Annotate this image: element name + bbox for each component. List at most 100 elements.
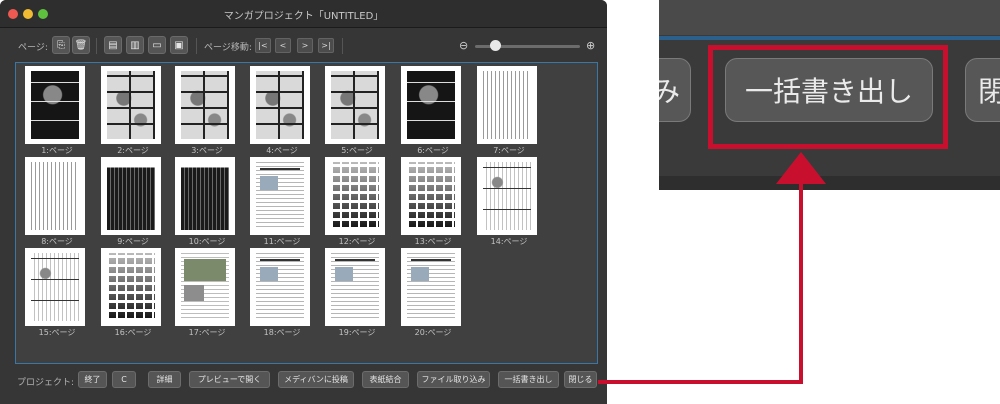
open-folder-button[interactable]: ▭ — [148, 36, 166, 54]
page-preview-image — [107, 253, 155, 321]
page-thumbnail[interactable]: 11:ページ — [250, 157, 314, 246]
page-thumbnail[interactable]: 7:ページ — [477, 66, 541, 155]
page-settings-icon: ▤ — [108, 39, 118, 51]
stage: マンガプロジェクト「UNTITLED」 ページ: ⎘ 🗑 ▤ ▥ ▭ ▣ ページ… — [0, 0, 1000, 404]
page-move-label: ページ移動: — [204, 43, 252, 53]
page-thumbnail[interactable]: 5:ページ — [325, 66, 389, 155]
page-label: 19:ページ — [338, 328, 376, 337]
page-settings-button[interactable]: ▤ — [104, 36, 122, 54]
page-preview — [101, 157, 161, 235]
import-file-button[interactable]: ファイル取り込み — [417, 371, 490, 388]
page-thumbnail[interactable]: 17:ページ — [175, 248, 239, 337]
page-preview-image — [407, 253, 455, 321]
callout-window-area — [659, 0, 1000, 35]
page-thumbnail[interactable]: 6:ページ — [401, 66, 465, 155]
zoom-in-icon[interactable]: ⊕ — [586, 39, 595, 52]
page-label: 14:ページ — [490, 237, 528, 246]
page-preview — [325, 66, 385, 144]
page-thumbnail[interactable]: 20:ページ — [401, 248, 465, 337]
page-preview-image — [407, 162, 455, 230]
callout-window-bottom — [659, 176, 1000, 190]
page-preview-image — [331, 71, 379, 139]
first-page-button[interactable]: |< — [255, 38, 271, 53]
page-thumbnail[interactable]: 16:ページ — [101, 248, 165, 337]
page-thumbnail[interactable]: 15:ページ — [25, 248, 89, 337]
page-preview — [325, 248, 385, 326]
page-preview-image — [331, 162, 379, 230]
page-preview — [250, 66, 310, 144]
page-preview — [25, 248, 85, 326]
page-label: 18:ページ — [263, 328, 301, 337]
page-preview-image — [107, 71, 155, 139]
last-page-button[interactable]: >| — [318, 38, 334, 53]
page-label: 9:ページ — [117, 237, 149, 246]
new-page-icon: ⎘ — [57, 39, 65, 51]
batch-export-button[interactable]: 一括書き出し — [498, 371, 559, 388]
window-title: マンガプロジェクト「UNTITLED」 — [223, 11, 384, 22]
page-preview — [175, 66, 235, 144]
page-thumbnail[interactable]: 1:ページ — [25, 66, 89, 155]
page-label: 3:ページ — [191, 146, 223, 155]
refresh-button[interactable]: C — [112, 371, 136, 388]
spread-button[interactable]: ▥ — [126, 36, 144, 54]
trash-icon: 🗑 — [74, 39, 88, 51]
page-thumbnail[interactable]: 19:ページ — [325, 248, 389, 337]
page-preview — [477, 157, 537, 235]
spread-icon: ▥ — [130, 39, 140, 51]
page-label: 1:ページ — [41, 146, 73, 155]
zoom-slider-knob[interactable] — [490, 40, 501, 51]
page-thumbnail[interactable]: 2:ページ — [101, 66, 165, 155]
post-to-medibang-button[interactable]: メディバンに投稿 — [278, 371, 354, 388]
page-label: 6:ページ — [417, 146, 449, 155]
page-label: 5:ページ — [341, 146, 373, 155]
new-page-button[interactable]: ⎘ — [52, 36, 70, 54]
quit-button[interactable]: 終了 — [78, 371, 107, 388]
page-preview — [175, 157, 235, 235]
page-thumbnail[interactable]: 12:ページ — [325, 157, 389, 246]
page-label: 20:ページ — [414, 328, 452, 337]
page-label: 13:ページ — [414, 237, 452, 246]
page-preview — [101, 66, 161, 144]
page-preview-image — [31, 162, 79, 230]
page-label: ページ: — [18, 43, 48, 53]
page-label: 8:ページ — [41, 237, 73, 246]
page-preview — [401, 248, 461, 326]
page-preview-image — [407, 71, 455, 139]
page-thumbnail-grid: 1:ページ 2:ページ 3:ページ 4:ページ 5:ページ 6:ページ 7:ページ 8:ページ… — [15, 62, 598, 364]
page-thumbnail[interactable]: 10:ページ — [175, 157, 239, 246]
page-preview — [175, 248, 235, 326]
connector-line — [598, 178, 803, 384]
page-label: 17:ページ — [188, 328, 226, 337]
toolbar-divider — [96, 38, 97, 54]
details-button[interactable]: 詳細 — [148, 371, 181, 388]
page-preview-image — [31, 71, 79, 139]
page-thumbnail[interactable]: 8:ページ — [25, 157, 89, 246]
page-label: 10:ページ — [188, 237, 226, 246]
page-preview — [401, 157, 461, 235]
page-thumbnail[interactable]: 4:ページ — [250, 66, 314, 155]
callout-grid-border — [659, 36, 1000, 40]
page-thumbnail[interactable]: 14:ページ — [477, 157, 541, 246]
close-button[interactable]: 閉じる — [564, 371, 597, 388]
zoom-out-icon[interactable]: ⊖ — [459, 39, 468, 52]
folder-image-icon: ▣ — [174, 39, 184, 51]
prev-page-button[interactable]: < — [275, 38, 291, 53]
page-preview — [250, 157, 310, 235]
combine-cover-button[interactable]: 表紙結合 — [362, 371, 409, 388]
page-label: 4:ページ — [266, 146, 298, 155]
next-page-button[interactable]: > — [297, 38, 313, 53]
page-thumbnail[interactable]: 3:ページ — [175, 66, 239, 155]
delete-page-button[interactable]: 🗑 — [72, 36, 90, 54]
page-preview — [25, 66, 85, 144]
page-preview-image — [331, 253, 379, 321]
page-thumbnail[interactable]: 13:ページ — [401, 157, 465, 246]
page-preview — [25, 157, 85, 235]
import-image-button[interactable]: ▣ — [170, 36, 188, 54]
page-thumbnail[interactable]: 9:ページ — [101, 157, 165, 246]
callout-partial-button-left: み — [659, 58, 691, 122]
open-in-preview-button[interactable]: プレビューで開く — [189, 371, 270, 388]
page-thumbnail[interactable]: 18:ページ — [250, 248, 314, 337]
page-preview — [401, 66, 461, 144]
page-preview — [101, 248, 161, 326]
page-label: 2:ページ — [117, 146, 149, 155]
